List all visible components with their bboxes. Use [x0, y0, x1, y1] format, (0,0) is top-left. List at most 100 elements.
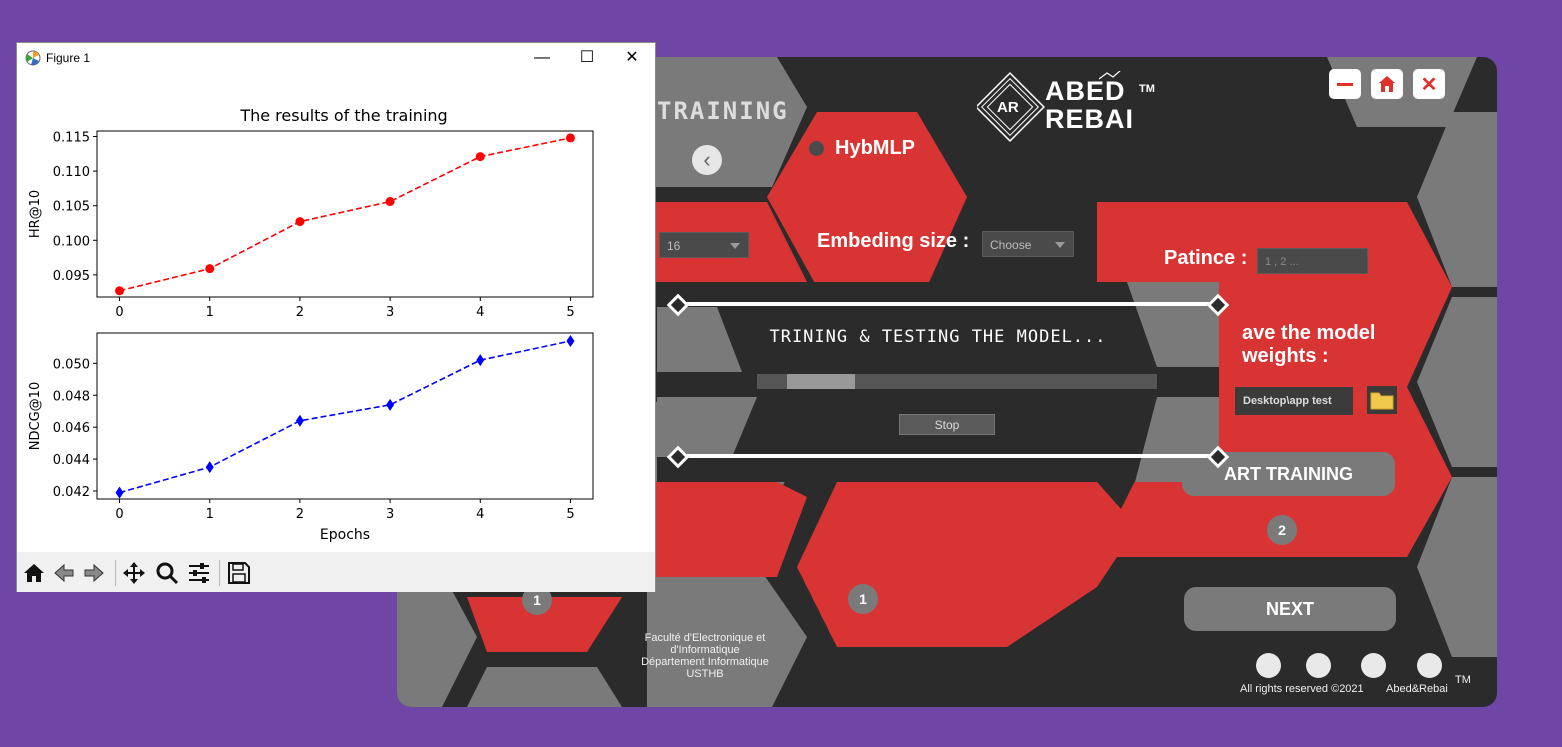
nav-dot[interactable]: [1361, 653, 1386, 678]
series-line: [119, 340, 571, 494]
model-radio[interactable]: [809, 141, 824, 156]
progress-dialog: TRINING & TESTING THE MODEL... Stop: [657, 282, 1230, 482]
close-button[interactable]: ✕: [617, 47, 647, 69]
close-icon: ✕: [625, 49, 639, 66]
y-tick-label: 0.050: [53, 357, 90, 372]
data-point: [386, 398, 395, 411]
x-tick-label: 2: [296, 507, 304, 522]
y-tick-label: 0.044: [53, 453, 90, 468]
toolbar-forward-button[interactable]: [79, 558, 109, 588]
faculty-line: d'Informatique: [670, 644, 740, 656]
axes-frame: [96, 130, 594, 298]
logo-initials: AR: [997, 99, 1019, 116]
pan-icon: [123, 562, 145, 584]
data-point: [565, 133, 575, 143]
nav-dot[interactable]: [1417, 653, 1442, 678]
data-point: [475, 152, 485, 162]
stop-button[interactable]: Stop: [899, 414, 995, 435]
save-path-field[interactable]: Desktop\app test: [1235, 387, 1353, 415]
back-button[interactable]: ‹: [692, 145, 722, 175]
browse-folder-button[interactable]: [1367, 386, 1397, 414]
figure-titlebar[interactable]: Figure 1 — ☐ ✕: [17, 43, 655, 73]
x-tick-label: 3: [386, 507, 394, 522]
progress-title: TRINING & TESTING THE MODEL...: [769, 327, 1107, 347]
embeding-size-value: Choose: [990, 238, 1032, 252]
y-tick-label: 0.046: [53, 421, 90, 436]
toolbar-pan-button[interactable]: [119, 558, 149, 588]
minimize-button[interactable]: —: [527, 47, 557, 69]
logo-line1: ABED: [1045, 76, 1126, 106]
x-tick-label: 3: [386, 305, 394, 320]
save-weights-label-1: ave the model: [1242, 322, 1376, 344]
data-point: [205, 461, 214, 474]
training-chart: The results of the training 0 1 2 3 4 5 0.095 0.…: [28, 106, 594, 543]
home-button[interactable]: [1371, 69, 1403, 99]
nav-dot[interactable]: [1256, 653, 1281, 678]
next-button[interactable]: NEXT: [1184, 587, 1396, 631]
x-tick-label: 5: [566, 507, 574, 522]
progress-fill: [787, 374, 855, 389]
x-tick-label: 4: [476, 305, 484, 320]
chevron-left-icon: ‹: [703, 147, 711, 172]
brand-tm: TM: [1455, 674, 1471, 686]
data-point: [566, 334, 575, 347]
toolbar-home-button[interactable]: [19, 558, 49, 588]
y-tick-label: 0.042: [53, 485, 90, 500]
close-icon: ✕: [1420, 73, 1438, 96]
chevron-down-icon: [1055, 242, 1065, 248]
patince-label: Patince :: [1164, 247, 1248, 269]
zoom-icon: [156, 562, 179, 585]
batch-size-value: 16: [667, 239, 681, 253]
logo-text: ABED REBAI: [1045, 77, 1134, 133]
embeding-label: Embeding size :: [817, 230, 970, 252]
figure-toolbar: [17, 552, 655, 592]
y-tick-label: 0.115: [53, 131, 90, 146]
progress-bar: [757, 374, 1157, 389]
toolbar-back-button[interactable]: [49, 558, 79, 588]
save-weights-label-2: weights :: [1242, 345, 1329, 367]
faculty-text: Faculté d'Electronique et d'Informatique…: [615, 632, 795, 680]
y-tick-label: 0.110: [53, 165, 90, 180]
x-tick-label: 4: [476, 507, 484, 522]
figure-title: Figure 1: [46, 51, 91, 65]
y-axis-label: NDCG@10: [28, 382, 43, 450]
series-line: [119, 137, 571, 292]
minimize-button[interactable]: [1329, 69, 1361, 99]
x-tick-label: 1: [206, 507, 214, 522]
y-axis-label: HR@10: [28, 190, 43, 238]
faculty-line: Faculté d'Electronique et: [644, 632, 766, 644]
close-button[interactable]: ✕: [1413, 69, 1445, 99]
home-icon: [24, 564, 44, 582]
data-point: [295, 414, 304, 427]
chart-title: The results of the training: [239, 106, 447, 125]
y-tick-label: 0.105: [53, 200, 90, 215]
figure-window: Figure 1 — ☐ ✕ The results of the traini…: [16, 42, 656, 592]
toolbar-configure-button[interactable]: [184, 558, 214, 588]
minimize-icon: [1337, 82, 1353, 86]
data-point: [476, 354, 485, 367]
patince-input[interactable]: 1 , 2 ...: [1257, 248, 1368, 274]
x-tick-label: 0: [115, 305, 123, 320]
x-tick-label: 5: [566, 305, 574, 320]
brand-text: Abed&Rebai: [1386, 683, 1448, 695]
y-tick-label: 0.095: [53, 269, 90, 284]
batch-size-select[interactable]: 16: [659, 232, 749, 258]
embeding-size-select[interactable]: Choose: [982, 231, 1074, 257]
data-point: [295, 217, 305, 227]
step-number: 2: [1267, 515, 1297, 545]
x-tick-label: 1: [206, 305, 214, 320]
data-point: [115, 286, 125, 296]
progress-top-rule: [676, 302, 1216, 306]
x-tick-label: 2: [296, 305, 304, 320]
forward-arrow-icon: [84, 563, 104, 583]
y-tick-label: 0.100: [53, 234, 90, 249]
toolbar-save-button[interactable]: [224, 558, 254, 588]
y-tick-label: 0.048: [53, 389, 90, 404]
chevron-down-icon: [730, 243, 740, 249]
maximize-button[interactable]: ☐: [572, 47, 602, 69]
nav-dot[interactable]: [1306, 653, 1331, 678]
toolbar-zoom-button[interactable]: [152, 558, 182, 588]
folder-icon: [1370, 392, 1394, 410]
progress-bottom-rule: [676, 454, 1216, 458]
matplotlib-icon: [25, 50, 41, 66]
